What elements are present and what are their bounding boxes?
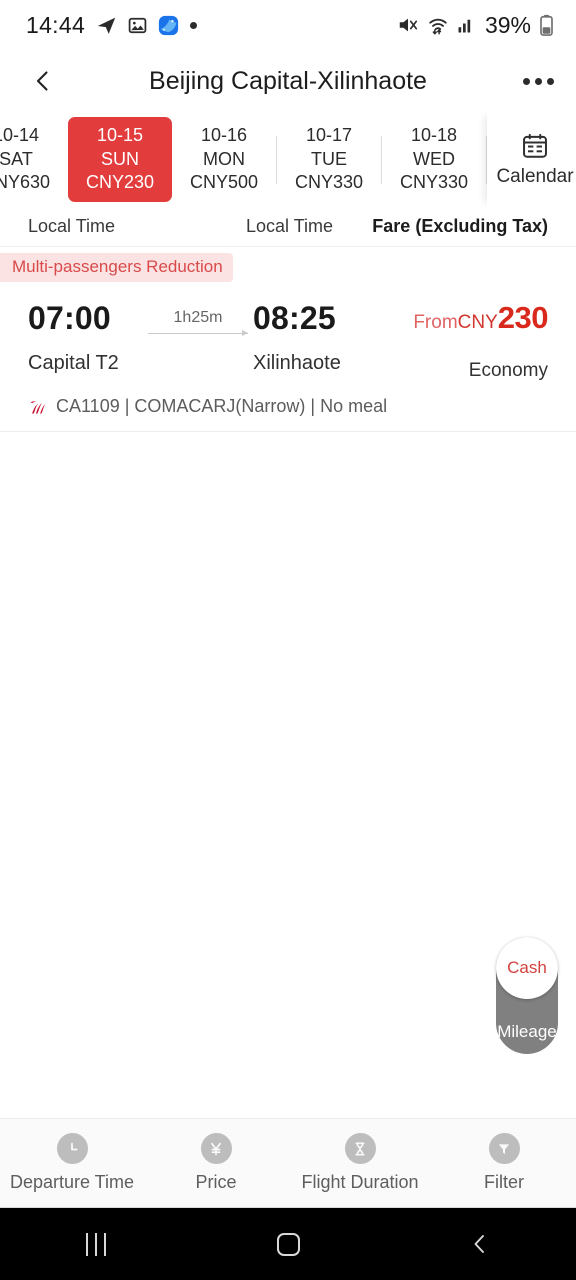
- date-cell-date: 10-14: [0, 124, 40, 145]
- toolbar-label: Price: [195, 1172, 237, 1192]
- fare-block[interactable]: FromCNY230 Economy: [413, 300, 548, 382]
- flight-result-row[interactable]: Multi-passengers Reduction 07:00 Capital…: [0, 247, 576, 432]
- back-icon[interactable]: [384, 1232, 576, 1256]
- app-header: Beijing Capital-Xilinhaote: [0, 50, 576, 112]
- browser-globe-icon: [158, 15, 179, 36]
- toolbar-label: Filter: [484, 1172, 524, 1192]
- arrival-time: 08:25: [253, 300, 336, 336]
- mute-icon: [397, 14, 419, 36]
- flight-duration-label: 1h25m: [173, 309, 223, 326]
- toolbar-label: Departure Time: [9, 1172, 135, 1192]
- fare-currency: CNY: [457, 312, 498, 333]
- calendar-button[interactable]: Calendar: [487, 112, 576, 207]
- battery-icon: [539, 14, 554, 36]
- flight-main: 07:00 Capital T2 1h25m 08:25 Xilinhaote …: [0, 282, 576, 382]
- home-icon[interactable]: [192, 1232, 384, 1256]
- departure-airport: Capital T2: [28, 352, 119, 374]
- telegram-icon: [96, 15, 117, 36]
- date-cell-price: CNY330: [294, 172, 364, 193]
- column-header-departure: Local Time: [28, 216, 116, 236]
- date-cell-3[interactable]: 10-17 TUE CNY330: [277, 112, 381, 207]
- flight-details-row: CA1109 | COMACARJ(Narrow) | No meal: [0, 382, 576, 417]
- gallery-icon: [128, 16, 147, 35]
- page-title: Beijing Capital-Xilinhaote: [149, 66, 427, 95]
- hourglass-icon: [344, 1133, 376, 1164]
- toggle-mileage-label[interactable]: Mileage: [497, 1022, 557, 1042]
- status-bar-right: 39%: [397, 12, 554, 39]
- flight-duration-block: 1h25m: [148, 300, 248, 336]
- cash-mileage-toggle[interactable]: Cash Mileage: [496, 937, 558, 1054]
- date-cell-0[interactable]: 10-14 SAT CNY630: [0, 112, 68, 207]
- back-chevron-icon[interactable]: [26, 64, 60, 98]
- air-china-logo-icon: [28, 397, 48, 417]
- more-options-icon[interactable]: [523, 77, 554, 85]
- fare-amount: 230: [497, 300, 549, 335]
- date-cell-price: CNY230: [85, 172, 155, 193]
- arrival-block: 08:25 Xilinhaote: [253, 300, 413, 375]
- date-cell-weekday: SUN: [100, 148, 139, 169]
- clock-icon: [56, 1133, 88, 1164]
- filter-funnel-icon: [488, 1133, 520, 1164]
- recents-icon[interactable]: [0, 1232, 192, 1256]
- date-cell-weekday: SAT: [0, 148, 33, 169]
- toolbar-item-departure-time[interactable]: Departure Time: [0, 1133, 144, 1193]
- status-badge: Multi-passengers Reduction: [0, 253, 233, 282]
- date-scroller[interactable]: 10-14 SAT CNY630 10-15 SUN CNY230 10-16 …: [0, 112, 487, 207]
- date-cell-date: 10-16: [200, 124, 248, 145]
- sort-filter-toolbar: Departure Time Price Flight Duration Fil…: [0, 1118, 576, 1208]
- calendar-icon: [521, 132, 549, 160]
- column-header-fare: Fare (Excluding Tax): [372, 216, 548, 236]
- toolbar-item-price[interactable]: Price: [144, 1133, 288, 1193]
- date-cell-1-selected[interactable]: 10-15 SUN CNY230: [68, 117, 172, 202]
- arrival-airport: Xilinhaote: [253, 352, 341, 374]
- flight-details-text: CA1109 | COMACARJ(Narrow) | No meal: [56, 396, 388, 416]
- column-headers: Local Time Local Time Fare (Excluding Ta…: [0, 207, 576, 247]
- date-cell-price: CNY330: [399, 172, 469, 193]
- date-cell-date: 10-15: [96, 124, 144, 145]
- departure-block: 07:00 Capital T2: [28, 300, 148, 375]
- date-cell-4[interactable]: 10-18 WED CNY330: [382, 112, 486, 207]
- fare-price-line: FromCNY230: [413, 300, 548, 336]
- toolbar-item-filter[interactable]: Filter: [432, 1133, 576, 1193]
- date-cell-2[interactable]: 10-16 MON CNY500: [172, 112, 276, 207]
- yen-icon: [200, 1133, 232, 1164]
- toggle-knob-cash[interactable]: Cash: [496, 937, 558, 999]
- toolbar-item-flight-duration[interactable]: Flight Duration: [288, 1133, 432, 1193]
- date-cell-weekday: TUE: [311, 148, 347, 169]
- date-strip[interactable]: 10-14 SAT CNY630 10-15 SUN CNY230 10-16 …: [0, 112, 576, 207]
- cabin-class: Economy: [468, 360, 548, 381]
- battery-percent: 39%: [484, 11, 531, 38]
- date-cell-price: CNY500: [189, 172, 259, 193]
- status-time: 14:44: [26, 11, 86, 38]
- wifi-icon: [427, 14, 449, 36]
- flight-arrow-icon: [148, 330, 248, 336]
- toolbar-label: Flight Duration: [301, 1172, 419, 1192]
- toggle-cash-label: Cash: [507, 958, 547, 977]
- cellular-signal-icon: [457, 16, 475, 34]
- fare-prefix: From: [413, 312, 458, 333]
- date-cell-date: 10-18: [410, 124, 458, 145]
- calendar-label: Calendar: [496, 165, 574, 187]
- status-bar: 14:44 39%: [0, 0, 576, 50]
- date-cell-weekday: WED: [413, 148, 455, 169]
- departure-time: 07:00: [28, 300, 111, 336]
- date-cell-price: CNY630: [0, 172, 51, 193]
- app-screen: 14:44 39% Beijing Capital-Xilinhaote 0-1…: [0, 0, 576, 1280]
- column-header-arrival: Local Time: [246, 216, 334, 236]
- date-cell-date: 10-17: [305, 124, 353, 145]
- date-cell-weekday: MON: [203, 148, 245, 169]
- status-bar-left: 14:44: [26, 11, 198, 39]
- dot-icon: [190, 21, 198, 29]
- android-nav-bar: [0, 1208, 576, 1280]
